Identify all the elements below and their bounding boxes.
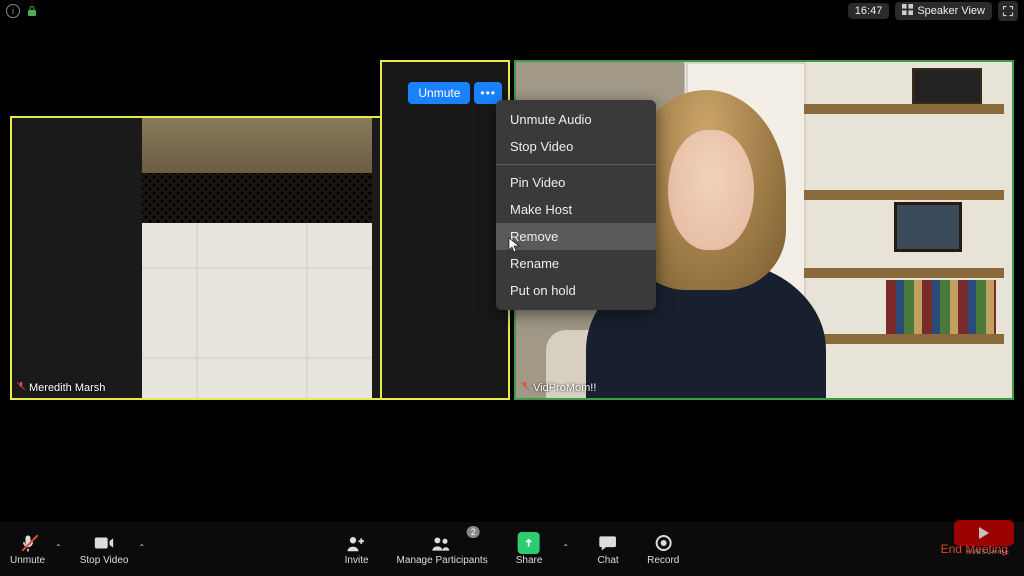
participant-name-tag: VidProMom!! <box>520 381 596 394</box>
meeting-toolbar: Unmute ⌃ Stop Video ⌃ Invite 2 Manage Pa… <box>0 522 1024 576</box>
fullscreen-button[interactable] <box>998 1 1018 21</box>
muted-mic-icon <box>16 381 26 394</box>
record-icon <box>652 532 674 554</box>
participants-count-badge: 2 <box>467 526 480 538</box>
participants-icon <box>431 532 453 554</box>
participant-name-tag: Meredith Marsh <box>16 381 105 394</box>
toolbar-manage-participants-button[interactable]: 2 Manage Participants <box>397 532 488 566</box>
menu-item-remove[interactable]: Remove <box>496 223 656 250</box>
toolbar-center: Invite 2 Manage Participants Share ⌃ Cha… <box>345 532 680 566</box>
toolbar-chat-label: Chat <box>598 555 619 566</box>
menu-item-stop-video[interactable]: Stop Video <box>496 133 656 160</box>
menu-item-make-host[interactable]: Make Host <box>496 196 656 223</box>
toolbar-stop-video-label: Stop Video <box>80 555 129 566</box>
video-tile-participant-2[interactable]: Unmute ••• <box>380 60 510 400</box>
muted-mic-icon <box>520 381 530 394</box>
top-bar-left: i <box>6 4 38 18</box>
video-icon <box>93 532 115 554</box>
audio-options-caret[interactable]: ⌃ <box>55 543 62 552</box>
share-screen-icon <box>518 532 540 554</box>
toolbar-record-button[interactable]: Record <box>647 532 679 566</box>
microphone-muted-icon <box>17 532 39 554</box>
participant-context-menu: Unmute Audio Stop Video Pin Video Make H… <box>496 100 656 310</box>
youtube-logo-overlay <box>954 520 1014 546</box>
toolbar-unmute-button[interactable]: Unmute <box>10 532 45 566</box>
info-icon[interactable]: i <box>6 4 20 18</box>
toolbar-share-label: Share <box>516 555 543 566</box>
lock-icon <box>26 5 38 17</box>
meeting-timer: 16:47 <box>848 3 890 19</box>
chat-icon <box>597 532 619 554</box>
toolbar-manage-participants-label: Manage Participants <box>397 555 488 566</box>
grid-icon <box>902 4 913 18</box>
menu-divider <box>496 164 656 165</box>
menu-item-pin-video[interactable]: Pin Video <box>496 169 656 196</box>
toolbar-invite-label: Invite <box>345 555 369 566</box>
toolbar-stop-video-button[interactable]: Stop Video <box>80 532 129 566</box>
cursor-icon <box>508 237 518 251</box>
toolbar-unmute-label: Unmute <box>10 555 45 566</box>
menu-item-unmute-audio[interactable]: Unmute Audio <box>496 106 656 133</box>
subscribe-overlay: SUBSCRIBE <box>966 550 1010 556</box>
tile-hover-controls: Unmute ••• <box>408 82 502 104</box>
video-options-caret[interactable]: ⌃ <box>138 543 145 552</box>
tile-unmute-button[interactable]: Unmute <box>408 82 470 104</box>
share-options-caret[interactable]: ⌃ <box>562 543 569 552</box>
participant-name: VidProMom!! <box>533 382 596 394</box>
invite-icon <box>346 532 368 554</box>
toolbar-invite-button[interactable]: Invite <box>345 532 369 566</box>
toolbar-chat-button[interactable]: Chat <box>597 532 619 566</box>
speaker-view-label: Speaker View <box>917 5 985 17</box>
participant-name: Meredith Marsh <box>29 382 105 394</box>
toolbar-share-button[interactable]: Share <box>516 532 543 566</box>
toolbar-record-label: Record <box>647 555 679 566</box>
top-bar: i 16:47 Speaker View <box>0 0 1024 22</box>
speaker-view-button[interactable]: Speaker View <box>895 2 992 20</box>
top-bar-right: 16:47 Speaker View <box>848 1 1018 21</box>
toolbar-left: Unmute ⌃ Stop Video ⌃ <box>10 532 145 566</box>
menu-item-rename[interactable]: Rename <box>496 250 656 277</box>
menu-item-put-on-hold[interactable]: Put on hold <box>496 277 656 304</box>
